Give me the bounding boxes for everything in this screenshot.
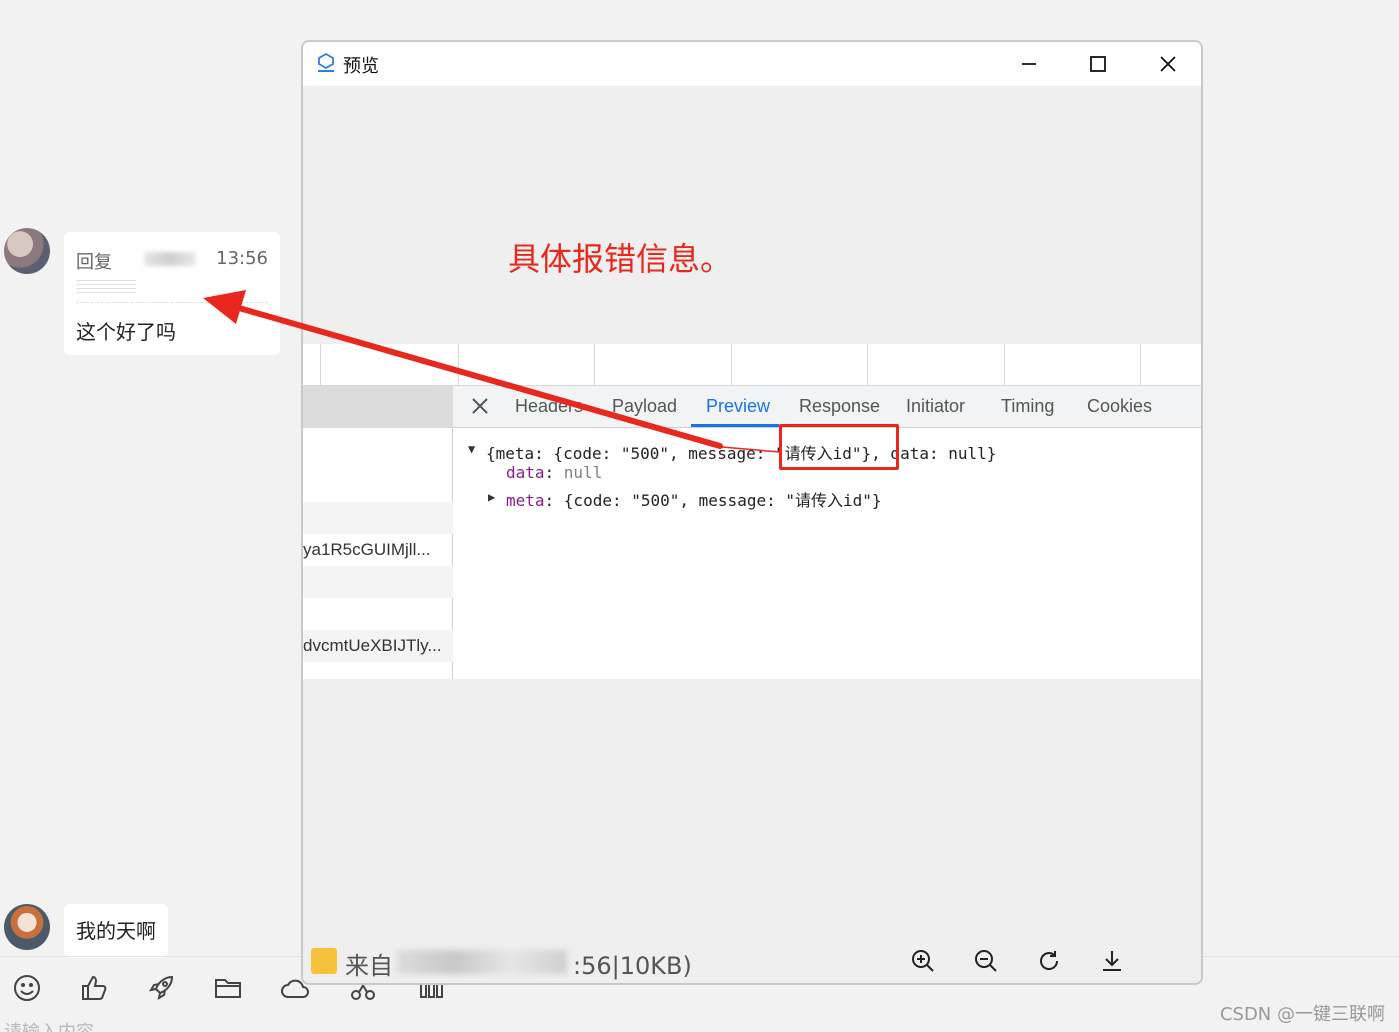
tab-cookies[interactable]: Cookies bbox=[1087, 396, 1152, 417]
tab-response[interactable]: Response bbox=[799, 396, 880, 417]
tab-payload[interactable]: Payload bbox=[612, 396, 677, 417]
message-bubble[interactable]: 我的天啊 bbox=[64, 904, 168, 958]
reply-label: 回复 bbox=[76, 252, 112, 273]
request-row[interactable] bbox=[303, 470, 453, 502]
waterfall-header-row bbox=[303, 344, 1201, 386]
annotation-text: 具体报错信息。 bbox=[508, 240, 733, 278]
request-row[interactable]: dvcmtUeXBIJTly... bbox=[303, 630, 453, 662]
json-line-root: {meta: {code: "500", message: "请传入id"}, … bbox=[486, 444, 997, 463]
expand-triangle-icon[interactable]: ▶ bbox=[488, 490, 495, 504]
folder-icon[interactable] bbox=[213, 973, 243, 1003]
download-button[interactable] bbox=[1099, 948, 1125, 974]
blurred-sender-name bbox=[144, 252, 196, 266]
maximize-button[interactable] bbox=[1086, 52, 1110, 76]
zoom-in-button[interactable] bbox=[910, 948, 936, 974]
tab-headers[interactable]: Headers bbox=[515, 396, 583, 417]
request-row[interactable]: ya1R5cGUIMjll... bbox=[303, 534, 453, 566]
reply-divider bbox=[76, 302, 268, 303]
watermark: CSDN @一键三联啊 bbox=[1219, 1004, 1385, 1025]
reply-text: 这个好了吗 bbox=[76, 320, 176, 344]
emoji-icon[interactable] bbox=[12, 973, 42, 1003]
preview-footer: 来自:56|10KB) bbox=[303, 932, 1201, 983]
blurred-file-name bbox=[397, 950, 567, 974]
avatar[interactable] bbox=[4, 904, 50, 950]
window-titlebar[interactable]: 预览 bbox=[303, 42, 1201, 86]
devtools-tabs: Headers Payload Preview Response Initiat… bbox=[453, 386, 1201, 428]
thumbs-up-icon[interactable] bbox=[79, 973, 109, 1003]
devtools-screenshot: ya1R5cGUIMjll... dvcmtUeXBIJTly... Heade… bbox=[303, 344, 1201, 679]
rotate-button[interactable] bbox=[1036, 948, 1062, 974]
zoom-out-button[interactable] bbox=[973, 948, 999, 974]
window-title: 预览 bbox=[343, 56, 379, 77]
reply-time: 13:56 bbox=[216, 248, 268, 269]
close-button[interactable] bbox=[1156, 52, 1180, 76]
quoted-image-thumbnail[interactable] bbox=[76, 280, 136, 296]
json-line-meta: meta: {code: "500", message: "请传入id"} bbox=[506, 491, 882, 510]
json-line-data: data: null bbox=[506, 463, 603, 482]
tab-timing[interactable]: Timing bbox=[1001, 396, 1054, 417]
message-input[interactable]: 请输入内容 bbox=[4, 1018, 94, 1032]
minimize-button[interactable] bbox=[1017, 52, 1041, 76]
close-panel-icon[interactable] bbox=[469, 395, 491, 417]
active-tab-indicator bbox=[691, 424, 779, 427]
request-list: ya1R5cGUIMjll... dvcmtUeXBIJTly... bbox=[303, 386, 453, 679]
app-logo-icon bbox=[315, 52, 337, 74]
rocket-icon[interactable] bbox=[146, 973, 176, 1003]
preview-window: 预览 具体报错信息。 ya1R5cGUIMjll... dvcmtUeXBIJT… bbox=[301, 40, 1203, 985]
request-row[interactable] bbox=[303, 502, 453, 534]
request-row[interactable] bbox=[303, 598, 453, 630]
avatar[interactable] bbox=[4, 228, 50, 274]
tab-preview[interactable]: Preview bbox=[706, 396, 770, 417]
tab-initiator[interactable]: Initiator bbox=[906, 396, 965, 417]
image-file-icon bbox=[311, 948, 337, 974]
collapse-triangle-icon[interactable]: ▼ bbox=[468, 442, 475, 456]
reply-message-bubble[interactable]: 回复 13:56 这个好了吗 bbox=[64, 232, 280, 355]
error-message-highlight bbox=[779, 424, 899, 470]
request-row[interactable] bbox=[303, 566, 453, 598]
